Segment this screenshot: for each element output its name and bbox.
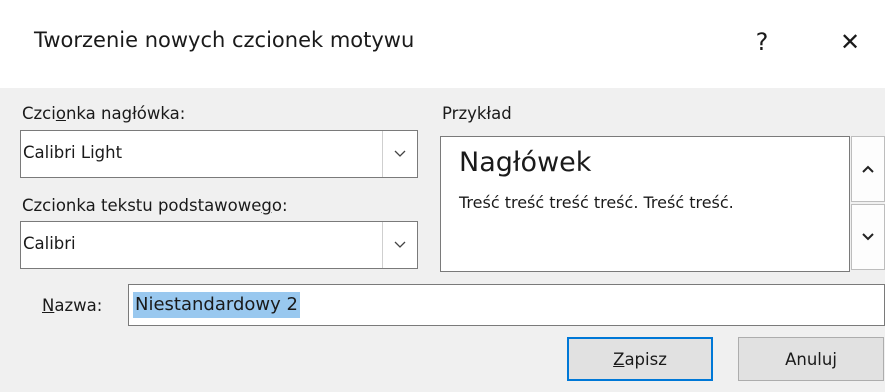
preview-scroll-down-button[interactable] (851, 204, 885, 270)
preview-box: Nagłówek Treść treść treść treść. Treść … (440, 136, 850, 272)
chevron-down-icon (394, 241, 406, 248)
chevron-down-icon (394, 150, 406, 157)
preview-body-text: Treść treść treść treść. Treść treść. (459, 193, 734, 212)
heading-font-dropdown[interactable]: Calibri Light (20, 130, 418, 178)
cancel-button-label: Anuluj (785, 349, 837, 369)
body-font-value: Calibri (23, 234, 76, 253)
name-label: Nazwa: (42, 296, 103, 315)
chevron-up-icon (862, 165, 874, 173)
heading-font-value: Calibri Light (23, 143, 123, 162)
dialog-title: Tworzenie nowych czcionek motywu (34, 28, 415, 52)
close-button[interactable]: ✕ (822, 12, 878, 72)
preview-scroll-up-button[interactable] (851, 136, 885, 202)
close-icon: ✕ (839, 28, 861, 56)
help-icon: ? (755, 28, 769, 56)
save-button-label: Zapisz (613, 349, 667, 369)
save-button[interactable]: Zapisz (567, 337, 713, 381)
name-input[interactable]: Niestandardowy 2 (128, 284, 885, 326)
chevron-down-icon (862, 233, 874, 241)
body-font-dropdown[interactable]: Calibri (20, 221, 418, 269)
body-font-label: Czcionka tekstu podstawowego: (22, 196, 288, 215)
preview-heading-text: Nagłówek (459, 147, 592, 178)
cancel-button[interactable]: Anuluj (738, 337, 884, 381)
title-bar: Tworzenie nowych czcionek motywu ? ✕ (0, 0, 885, 88)
heading-font-label: Czcionka nagłówka: (22, 104, 186, 123)
help-button[interactable]: ? (734, 12, 790, 72)
preview-label: Przykład (442, 104, 512, 123)
name-input-value: Niestandardowy 2 (133, 292, 300, 318)
body-font-dropdown-button[interactable] (382, 222, 417, 268)
heading-font-dropdown-button[interactable] (382, 131, 417, 177)
